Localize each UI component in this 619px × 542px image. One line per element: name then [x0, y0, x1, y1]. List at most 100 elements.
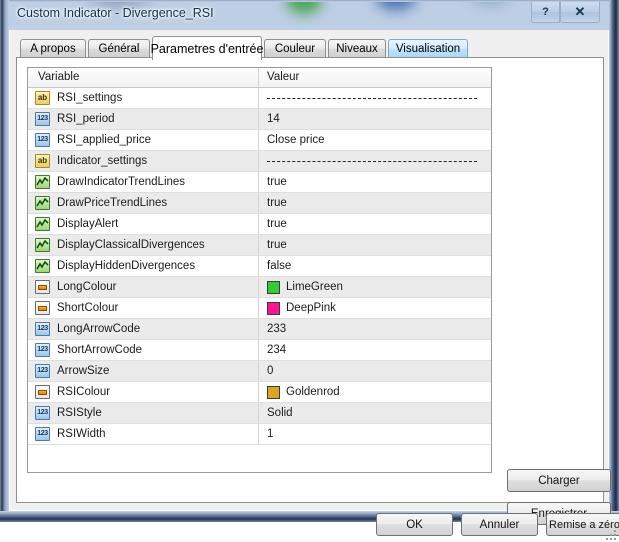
load-button[interactable]: Charger: [507, 469, 611, 492]
parameter-value-cell[interactable]: true: [259, 214, 491, 234]
parameter-value-cell[interactable]: Goldenrod: [259, 382, 491, 402]
parameter-name-cell: 123ShortArrowCode: [28, 340, 259, 360]
parameter-value-cell[interactable]: 14: [259, 109, 491, 129]
parameter-value: Close price: [267, 134, 325, 146]
parameter-value-cell[interactable]: LimeGreen: [259, 277, 491, 297]
ok-button[interactable]: OK: [376, 513, 453, 536]
parameter-value-cell[interactable]: true: [259, 235, 491, 255]
parameter-value: true: [267, 239, 287, 251]
grid-row[interactable]: LongColourLimeGreen: [28, 277, 491, 298]
tab-label: Général: [99, 43, 140, 55]
close-button[interactable]: ✕: [560, 2, 600, 23]
parameter-value: 1: [267, 428, 273, 440]
parameter-name-cell: DisplayAlert: [28, 214, 259, 234]
tab-g-n-ral[interactable]: Général: [88, 39, 150, 58]
resize-grip-icon[interactable]: [606, 530, 618, 542]
grid-row[interactable]: DisplayHiddenDivergences false: [28, 256, 491, 277]
window-frame-left: [0, 0, 9, 522]
tab-label: Couleur: [275, 43, 315, 55]
parameter-value-cell[interactable]: true: [259, 193, 491, 213]
title-bar[interactable]: Custom Indicator - Divergence_RSI ? ✕: [0, 0, 619, 30]
parameters-grid[interactable]: Variable Valeur abRSI_settings123RSI_per…: [27, 67, 492, 473]
grid-row[interactable]: DisplayClassicalDivergences true: [28, 235, 491, 256]
grid-row[interactable]: DisplayAlert true: [28, 214, 491, 235]
close-icon: ✕: [575, 4, 586, 20]
parameter-value-cell[interactable]: false: [259, 256, 491, 276]
parameter-value-cell[interactable]: Solid: [259, 403, 491, 423]
grid-row[interactable]: DrawPriceTrendLines true: [28, 193, 491, 214]
parameter-name-cell: RSIColour: [28, 382, 259, 402]
grid-row[interactable]: 123RSIWidth 1: [28, 424, 491, 445]
grid-row[interactable]: 123RSIStyle Solid: [28, 403, 491, 424]
grid-row[interactable]: 123ArrowSize0: [28, 361, 491, 382]
boolean-type-icon: [35, 175, 50, 189]
parameter-name: DrawPriceTrendLines: [57, 197, 167, 209]
color-type-icon: [35, 385, 50, 399]
parameter-name: ShortColour: [57, 302, 118, 314]
grid-row[interactable]: 123 RSI_period 14: [28, 109, 491, 130]
tab-a-propos[interactable]: A propos: [20, 39, 86, 58]
tab-strip: A propos Général Parametres d'entrée Couleu…: [16, 36, 604, 58]
parameter-value-cell[interactable]: 234: [259, 340, 491, 360]
tab-couleur[interactable]: Couleur: [264, 39, 326, 58]
parameter-name: RSIWidth: [57, 428, 106, 440]
parameter-name: RSI_period: [57, 113, 115, 125]
grid-row[interactable]: 123ShortArrowCode 234: [28, 340, 491, 361]
tab-niveaux[interactable]: Niveaux: [328, 39, 386, 58]
parameter-value-cell[interactable]: Close price: [259, 130, 491, 150]
parameter-name-cell: 123RSIStyle: [28, 403, 259, 423]
separator-line: [267, 98, 477, 99]
parameter-value: 233: [267, 323, 286, 335]
parameter-name-cell: ShortColour: [28, 298, 259, 318]
color-type-icon: [35, 280, 50, 294]
window-title: Custom Indicator - Divergence_RSI: [17, 6, 214, 20]
parameter-value-cell[interactable]: [259, 88, 491, 108]
grid-row[interactable]: RSIColour Goldenrod: [28, 382, 491, 403]
parameter-value: Goldenrod: [286, 386, 340, 398]
help-button[interactable]: ?: [531, 2, 560, 23]
parameter-value: true: [267, 218, 287, 230]
tab-label: A propos: [30, 43, 75, 55]
number-type-icon: 123: [35, 112, 50, 126]
tab-label: Parametres d'entrée: [151, 42, 264, 56]
dialog-client-area: A propos Général Parametres d'entrée Couleu…: [9, 30, 609, 511]
grid-row[interactable]: 123RSI_applied_price Close price: [28, 130, 491, 151]
parameter-value-cell[interactable]: true: [259, 172, 491, 192]
parameter-value: 234: [267, 344, 286, 356]
parameter-name-cell: DisplayHiddenDivergences: [28, 256, 259, 276]
tab-visualisation[interactable]: Visualisation: [388, 39, 468, 58]
parameter-value-cell[interactable]: 0: [259, 361, 491, 381]
parameter-name-cell: abRSI_settings: [28, 88, 259, 108]
grid-row[interactable]: abRSI_settings: [28, 88, 491, 109]
parameter-name-cell: abIndicator_settings: [28, 151, 259, 171]
parameter-value: Solid: [267, 407, 293, 419]
boolean-type-icon: [35, 196, 50, 210]
parameter-name: RSI_settings: [57, 92, 122, 104]
cancel-button[interactable]: Annuler: [461, 513, 538, 536]
parameter-value-cell[interactable]: 233: [259, 319, 491, 339]
parameter-value-cell[interactable]: [259, 151, 491, 171]
dialog-window: Custom Indicator - Divergence_RSI ? ✕ A …: [0, 0, 619, 522]
separator-line: [267, 161, 477, 162]
parameter-value-cell[interactable]: DeepPink: [259, 298, 491, 318]
parameter-value: true: [267, 197, 287, 209]
grid-row[interactable]: 123 LongArrowCode 233: [28, 319, 491, 340]
grid-row[interactable]: DrawIndicatorTrendLinestrue: [28, 172, 491, 193]
parameter-name-cell: 123RSI_applied_price: [28, 130, 259, 150]
parameter-value: 0: [267, 365, 273, 377]
parameter-value: 14: [267, 113, 280, 125]
parameter-name-cell: DisplayClassicalDivergences: [28, 235, 259, 255]
tab-page-parametres-dentree: Variable Valeur abRSI_settings123RSI_per…: [16, 57, 604, 503]
string-type-icon: ab: [35, 154, 50, 168]
number-type-icon: 123: [35, 322, 50, 336]
tab-parametres-d-entr-e[interactable]: Parametres d'entrée: [152, 36, 262, 60]
parameter-name: LongArrowCode: [57, 323, 140, 335]
parameter-name: DisplayHiddenDivergences: [57, 260, 195, 272]
grid-row[interactable]: abIndicator_settings: [28, 151, 491, 172]
column-header-valeur: Valeur: [259, 68, 491, 87]
parameter-name: RSI_applied_price: [57, 134, 151, 146]
grid-row[interactable]: ShortColour DeepPink: [28, 298, 491, 319]
parameter-name-cell: 123RSIWidth: [28, 424, 259, 444]
parameter-value-cell[interactable]: 1: [259, 424, 491, 444]
color-type-icon: [35, 301, 50, 315]
